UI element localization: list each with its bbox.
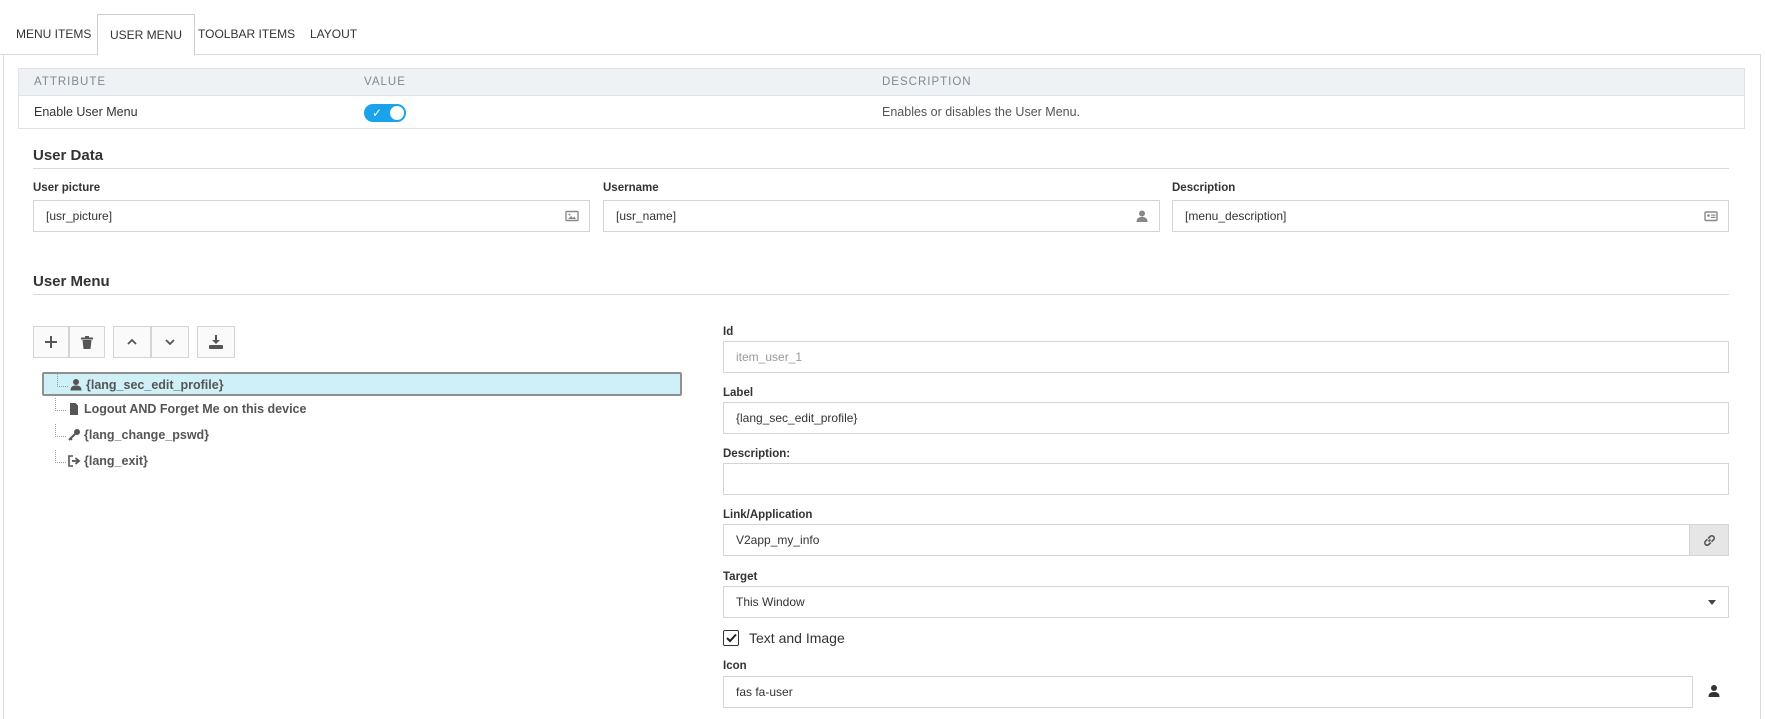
check-icon <box>725 633 737 643</box>
add-item-button[interactable] <box>33 326 69 358</box>
user-icon <box>1136 210 1148 222</box>
link-picker-button[interactable] <box>1689 525 1728 555</box>
file-icon <box>70 403 78 415</box>
tab-toolbar-items[interactable]: TOOLBAR ITEMS <box>186 14 307 53</box>
item-description-field[interactable] <box>723 463 1729 495</box>
tree-item[interactable]: {lang_sec_edit_profile} <box>42 372 682 396</box>
username-value: [usr_name] <box>616 209 677 223</box>
attribute-description: Enables or disables the User Menu. <box>882 105 1081 119</box>
id-card-icon <box>1704 211 1718 222</box>
image-icon <box>565 210 579 222</box>
plus-icon <box>45 336 57 348</box>
divider <box>33 168 1729 169</box>
delete-item-button[interactable] <box>69 326 105 358</box>
description-value: [menu_description] <box>1185 209 1287 223</box>
id-label: Id <box>723 326 734 338</box>
user-picture-value: [usr_picture] <box>46 209 113 223</box>
user-icon <box>70 379 82 391</box>
tree-item-label: {lang_exit} <box>84 454 148 468</box>
user-picture-label: User picture <box>33 182 101 194</box>
tree-item-label: {lang_change_pswd} <box>84 428 210 442</box>
attribute-table-header: ATTRIBUTE VALUE DESCRIPTION <box>19 69 1744 96</box>
icon-field[interactable]: fas fa-user <box>723 676 1693 708</box>
enable-user-menu-toggle[interactable]: ✓ <box>364 104 406 122</box>
tree-item[interactable]: Logout AND Forget Me on this device <box>42 398 682 422</box>
tree-branch-line <box>57 374 68 387</box>
id-field[interactable]: item_user_1 <box>723 341 1729 373</box>
tab-menu-items[interactable]: MENU ITEMS <box>4 14 103 53</box>
id-value: item_user_1 <box>736 350 803 364</box>
header-description: DESCRIPTION <box>882 76 972 88</box>
link-application-label: Link/Application <box>723 509 813 521</box>
tree-item-label: {lang_sec_edit_profile} <box>86 378 224 392</box>
text-and-image-label: Text and Image <box>749 630 845 646</box>
tree-item[interactable]: {lang_change_pswd} <box>42 424 682 448</box>
check-icon: ✓ <box>372 106 383 120</box>
section-title-user-data: User Data <box>33 147 104 164</box>
divider <box>33 294 1729 295</box>
label-field[interactable]: {lang_sec_edit_profile} <box>723 402 1729 434</box>
target-select[interactable]: This Window <box>723 586 1729 618</box>
header-value: VALUE <box>364 76 406 88</box>
tree-item-label: Logout AND Forget Me on this device <box>84 402 307 416</box>
description-label: Description <box>1172 182 1236 194</box>
label-field-label: Label <box>723 387 754 399</box>
user-icon <box>1708 685 1720 697</box>
header-attribute: ATTRIBUTE <box>34 76 107 88</box>
icon-value: fas fa-user <box>736 685 793 699</box>
link-application-value: V2app_my_info <box>736 533 820 547</box>
key-icon <box>68 429 80 441</box>
download-icon <box>209 335 223 349</box>
toggle-knob <box>390 106 404 120</box>
sign-out-icon <box>68 455 81 467</box>
target-label: Target <box>723 571 758 583</box>
attribute-name: Enable User Menu <box>34 105 138 119</box>
user-picture-field[interactable]: [usr_picture] <box>33 200 590 232</box>
move-up-button[interactable] <box>113 326 151 358</box>
tree-branch-line <box>55 424 66 437</box>
trash-icon <box>81 335 93 349</box>
label-value: {lang_sec_edit_profile} <box>736 411 858 425</box>
tab-layout[interactable]: LAYOUT <box>298 14 369 53</box>
description-field[interactable]: [menu_description] <box>1172 200 1729 232</box>
table-row: Enable User Menu ✓ Enables or disables t… <box>19 96 1744 128</box>
tree-branch-line <box>55 398 66 411</box>
attribute-table: ATTRIBUTE VALUE DESCRIPTION Enable User … <box>18 68 1745 129</box>
text-and-image-checkbox[interactable] <box>723 630 739 646</box>
icon-label: Icon <box>723 660 747 672</box>
section-title-user-menu: User Menu <box>33 273 110 290</box>
tab-user-menu[interactable]: USER MENU <box>97 14 196 56</box>
export-button[interactable] <box>197 326 235 358</box>
username-field[interactable]: [usr_name] <box>603 200 1160 232</box>
tab-bar: MENU ITEMS USER MENU TOOLBAR ITEMS LAYOU… <box>0 14 1760 56</box>
tree-item[interactable]: {lang_exit} <box>42 450 682 474</box>
item-description-label: Description: <box>723 448 791 460</box>
username-label: Username <box>603 182 659 194</box>
move-down-button[interactable] <box>151 326 189 358</box>
link-application-field[interactable]: V2app_my_info <box>723 524 1729 556</box>
chevron-down-icon <box>165 339 175 346</box>
link-icon <box>1703 534 1715 546</box>
caret-down-icon <box>1708 600 1716 605</box>
target-value: This Window <box>736 595 805 609</box>
tree-branch-line <box>55 450 66 463</box>
chevron-up-icon <box>127 338 137 345</box>
